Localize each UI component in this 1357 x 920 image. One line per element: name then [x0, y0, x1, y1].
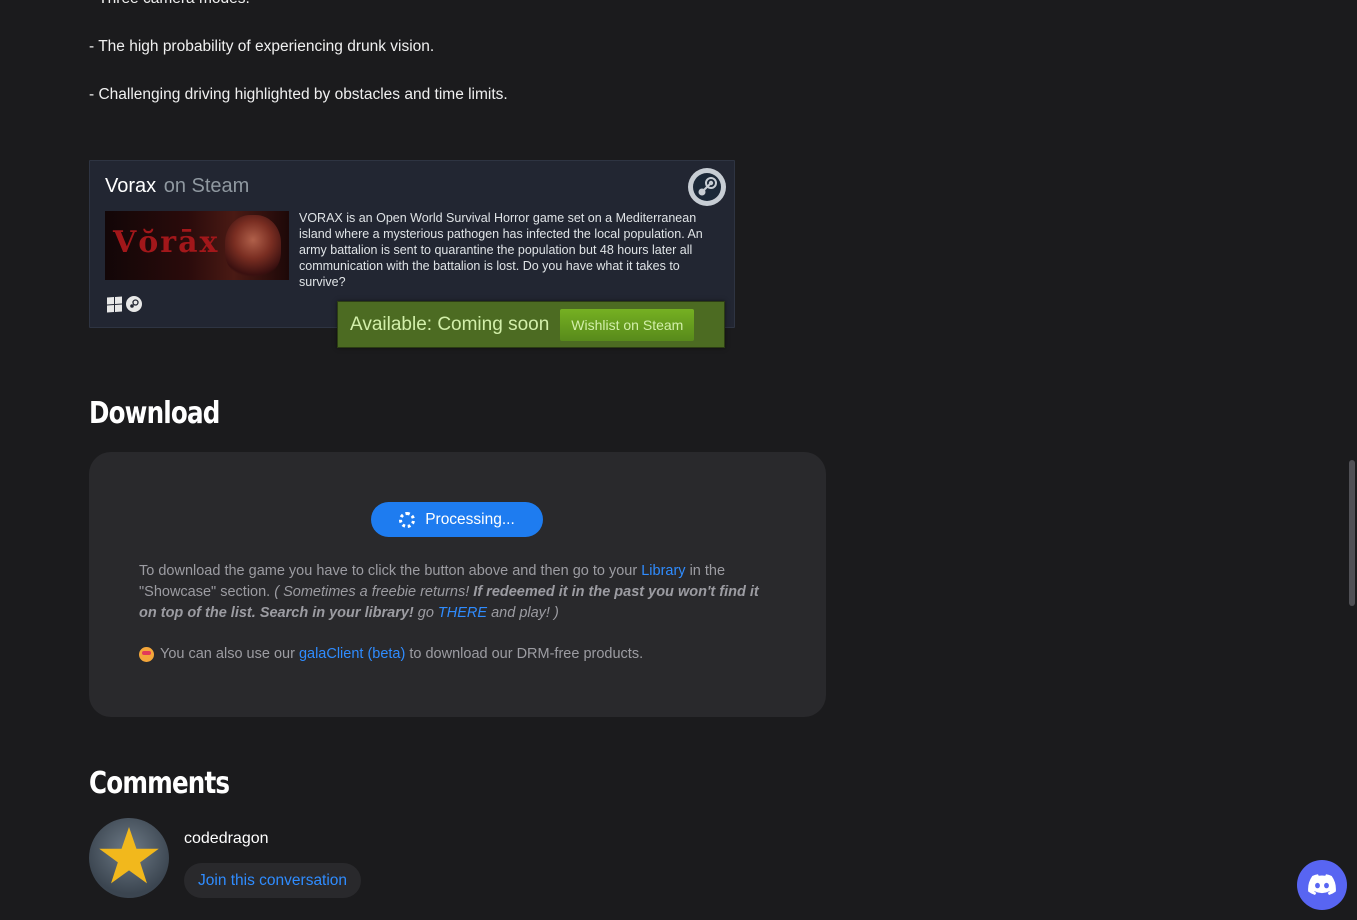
gala-client-link[interactable]: galaClient (beta) [299, 646, 405, 662]
game-name[interactable]: Vorax [105, 175, 156, 197]
star-icon [99, 827, 159, 884]
steam-platform-icon [126, 296, 142, 312]
discord-icon[interactable] [1297, 860, 1347, 910]
windows-icon [107, 295, 122, 313]
freebie-note: ( Sometimes a freebie returns! [274, 584, 474, 600]
feature-item: - Three camera modes. [89, 0, 789, 36]
gala-text: You can also use our [160, 646, 299, 662]
spinner-icon [399, 511, 416, 528]
steam-logo-icon[interactable] [688, 168, 726, 206]
feature-list: - Three camera modes. - The high probabi… [89, 0, 789, 132]
there-link[interactable]: THERE [438, 605, 487, 621]
star-struck-emoji-icon [139, 646, 154, 662]
freebie-note: go [413, 605, 438, 621]
processing-button[interactable]: Processing... [371, 502, 543, 537]
on-steam-label: on Steam [163, 175, 250, 197]
instruction-text: To download the game you have to click t… [139, 563, 642, 579]
capsule-logo-text: Vŏrāx [113, 225, 220, 260]
username: codedragon [184, 830, 269, 847]
processing-label: Processing... [425, 510, 515, 528]
download-panel: Processing... To download the game you h… [89, 452, 826, 717]
gala-text: to download our DRM-free products. [405, 646, 644, 662]
gala-client-note: You can also use our galaClient (beta) t… [139, 646, 643, 662]
game-capsule-image[interactable]: Vŏrāx [105, 211, 289, 280]
download-heading: Download [89, 396, 220, 431]
platform-icons [107, 295, 142, 313]
steam-widget: Vorax on Steam Vŏrāx VORAX is an Open Wo… [89, 160, 735, 348]
join-conversation-button[interactable]: Join this conversation [184, 863, 362, 898]
steam-widget-title[interactable]: Vorax on Steam [105, 175, 249, 198]
feature-item: - Challenging driving highlighted by obs… [89, 86, 508, 103]
availability-label: Available: Coming soon [350, 313, 550, 335]
freebie-note: and play! ) [487, 605, 559, 621]
wishlist-button[interactable]: Wishlist on Steam [560, 308, 695, 341]
avatar[interactable] [89, 818, 169, 898]
capsule-artwork [225, 215, 281, 277]
feature-item: - The high probability of experiencing d… [89, 38, 435, 55]
download-instructions: To download the game you have to click t… [139, 561, 779, 624]
scrollbar-thumb[interactable] [1349, 460, 1355, 606]
comments-heading: Comments [89, 766, 230, 801]
purchase-area: Available: Coming soon Wishlist on Steam [337, 301, 725, 348]
library-link[interactable]: Library [641, 563, 685, 579]
game-description: VORAX is an Open World Survival Horror g… [299, 211, 703, 289]
